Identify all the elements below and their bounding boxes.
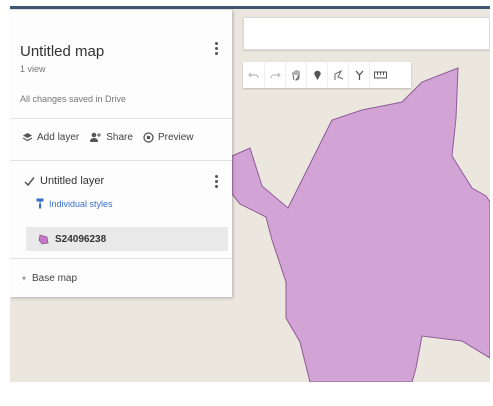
map-title[interactable]: Untitled map (20, 43, 104, 60)
preview-eye-icon (143, 132, 154, 143)
draw-line-button[interactable] (327, 62, 348, 88)
share-person-icon (90, 132, 102, 142)
add-marker-icon (313, 70, 321, 80)
base-map-label: Base map (32, 273, 78, 284)
undo-icon (248, 72, 259, 78)
save-status: All changes saved in Drive (20, 94, 127, 104)
view-count: 1 view (20, 64, 46, 74)
add-layer-button[interactable]: Add layer (22, 132, 79, 143)
redo-button[interactable] (264, 62, 285, 88)
add-layer-icon (22, 133, 33, 142)
preview-label: Preview (157, 132, 194, 143)
hand-pan-icon (292, 70, 299, 81)
add-marker-button[interactable] (306, 62, 327, 88)
redo-icon (269, 72, 281, 78)
pan-tool-button[interactable] (285, 62, 306, 88)
draw-line-icon (334, 69, 343, 80)
route-icon (355, 70, 363, 80)
share-label: Share (106, 132, 133, 143)
map-polygon[interactable] (231, 67, 490, 382)
paint-roller-icon (36, 198, 44, 209)
layer-visibility-checkbox[interactable] (24, 176, 35, 187)
layer-style-link[interactable]: Individual styles (36, 198, 113, 209)
share-button[interactable]: Share (89, 132, 133, 143)
layer-header: Untitled layer (24, 175, 104, 187)
divider (10, 160, 232, 161)
preview-button[interactable]: Preview (143, 132, 194, 143)
map-canvas[interactable]: Untitled map 1 view All changes saved in… (10, 6, 490, 382)
polygon-feature-icon (38, 233, 49, 244)
feature-label: S24096238 (55, 233, 107, 245)
map-actions: Add layer Share Preview (22, 132, 194, 143)
measure-ruler-icon (373, 71, 387, 79)
map-toolbar (243, 62, 411, 88)
map-more-options-icon[interactable] (215, 42, 219, 58)
feature-list-item[interactable]: S24096238 (26, 227, 228, 251)
search-input[interactable] (243, 17, 490, 50)
undo-button[interactable] (243, 62, 264, 88)
divider (10, 118, 232, 119)
add-layer-label: Add layer (37, 132, 80, 143)
divider (10, 258, 232, 259)
expand-caret-icon: ▾ (22, 274, 27, 283)
add-directions-button[interactable] (348, 62, 369, 88)
layer-options-icon[interactable] (215, 175, 219, 191)
map-sidebar-panel: Untitled map 1 view All changes saved in… (10, 10, 232, 297)
individual-styles-label: Individual styles (49, 198, 113, 209)
base-map-toggle[interactable]: ▾ Base map (22, 273, 77, 284)
layer-name[interactable]: Untitled layer (40, 175, 104, 187)
measure-button[interactable] (369, 62, 390, 88)
